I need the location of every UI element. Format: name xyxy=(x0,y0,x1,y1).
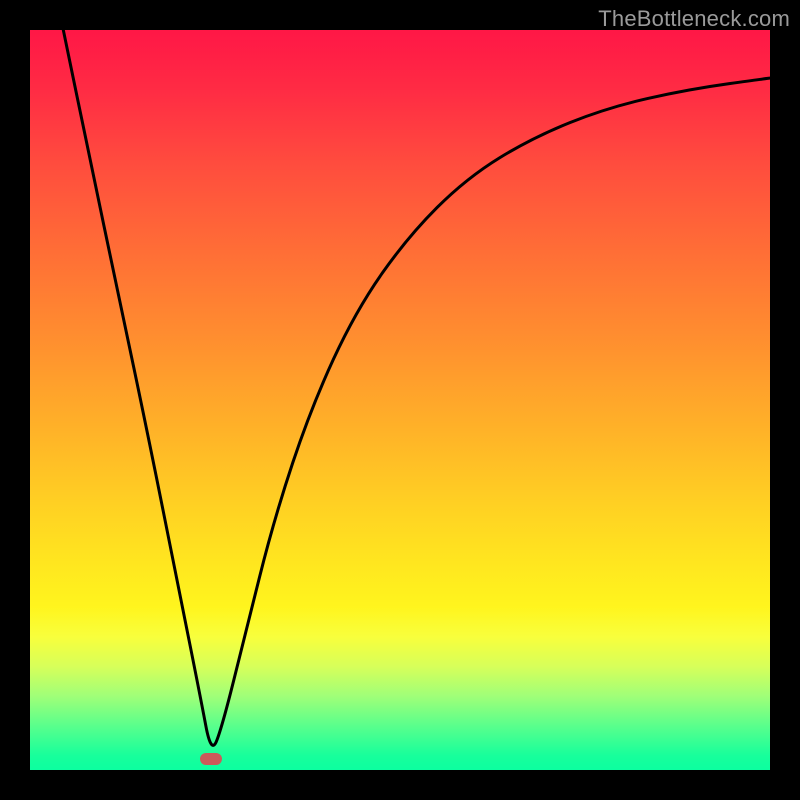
plot-area xyxy=(30,30,770,770)
curve-svg xyxy=(30,30,770,770)
watermark-text: TheBottleneck.com xyxy=(598,6,790,32)
chart-frame: TheBottleneck.com xyxy=(0,0,800,800)
minimum-marker xyxy=(200,753,222,765)
bottleneck-curve xyxy=(63,30,770,745)
